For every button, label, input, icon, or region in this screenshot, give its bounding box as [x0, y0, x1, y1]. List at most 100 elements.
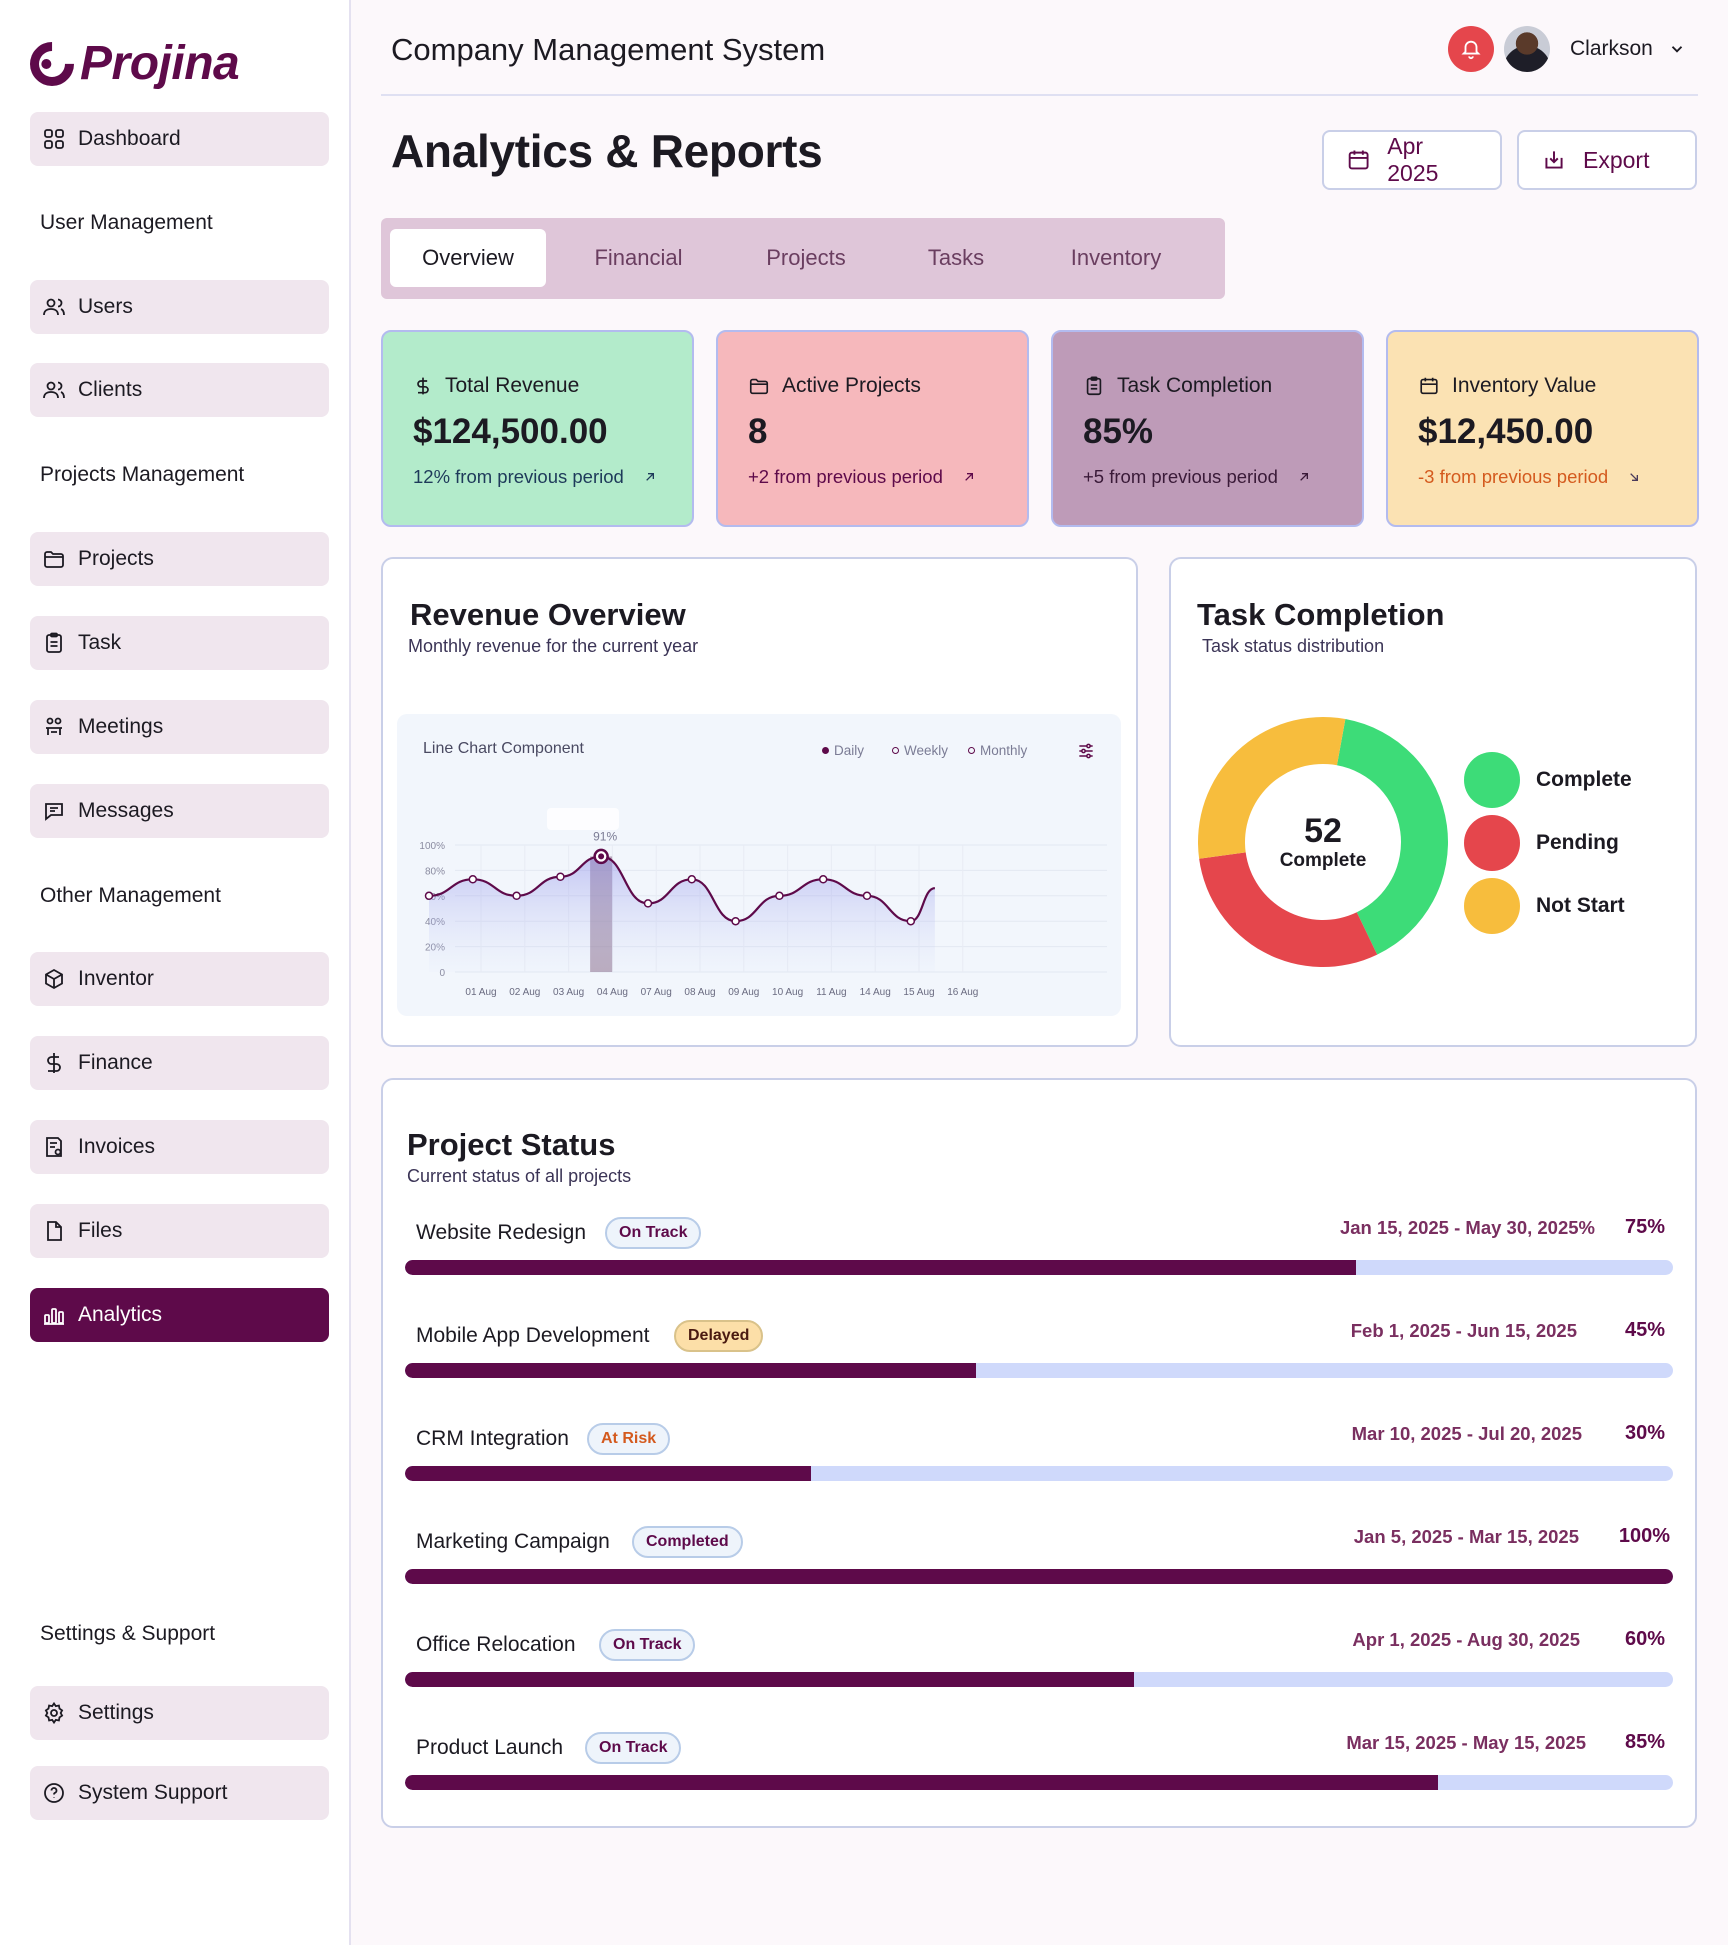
sidebar-item-analytics[interactable]: Analytics	[30, 1288, 329, 1342]
tab-inventory[interactable]: Inventory	[1031, 229, 1201, 287]
filter-settings-icon[interactable]	[1076, 741, 1096, 761]
sidebar-item-finance[interactable]: Finance	[30, 1036, 329, 1090]
project-status-panel	[381, 1078, 1697, 1828]
stat-label-row: Total Revenue	[413, 374, 579, 398]
sidebar-item-files[interactable]: Files	[30, 1204, 329, 1258]
progress-fill	[405, 1569, 1673, 1584]
calendar-icon	[1420, 377, 1438, 395]
chart-point[interactable]	[468, 875, 478, 884]
legend-monthly[interactable]: Monthly	[968, 743, 1027, 758]
y-tick-label: 100%	[419, 841, 445, 852]
logo-icon	[20, 32, 84, 95]
x-tick-label: 14 Aug	[860, 987, 891, 998]
sidebar-item-clients[interactable]: Clients	[30, 363, 329, 417]
x-tick-label: 02 Aug	[509, 987, 540, 998]
tab-financial[interactable]: Financial	[556, 229, 721, 287]
sidebar-item-projects[interactable]: Projects	[30, 532, 329, 586]
avatar[interactable]	[1504, 26, 1550, 72]
stat-label: Total Revenue	[445, 374, 580, 397]
donut-center-value: 52	[1304, 812, 1342, 850]
progress-fill	[405, 1260, 1356, 1275]
chart-point[interactable]	[906, 916, 916, 926]
sidebar-item-label: Task	[78, 631, 122, 654]
sidebar-item-label: Projects	[78, 547, 154, 570]
chart-point[interactable]	[818, 875, 828, 884]
chart-point[interactable]	[556, 872, 565, 881]
sidebar-item-inventory[interactable]: Inventor	[30, 952, 329, 1006]
sidebar-item-label: System Support	[78, 1781, 228, 1804]
status-badge: Delayed	[674, 1320, 764, 1352]
stat-card-total-revenue: Total Revenue $124,500.00 12% from previ…	[381, 330, 694, 527]
calendar-icon	[1348, 150, 1369, 170]
project-progress-bar	[405, 1260, 1673, 1275]
tab-projects[interactable]: Projects	[731, 229, 881, 287]
section-settings-support: Settings & Support	[40, 1622, 216, 1645]
date-picker-button[interactable]: Apr 2025	[1322, 130, 1502, 190]
section-user-management: User Management	[40, 211, 213, 234]
x-tick-label: 11 Aug	[816, 987, 846, 998]
chart-point[interactable]	[731, 916, 740, 926]
status-badge: Completed	[632, 1526, 743, 1558]
x-tick-label: 16 Aug	[947, 987, 978, 998]
notification-button[interactable]	[1448, 26, 1494, 72]
legend-dot	[822, 747, 829, 754]
task-completion-title: Task Completion	[1197, 597, 1445, 632]
header-divider	[381, 94, 1698, 96]
message-icon	[45, 803, 63, 821]
tab-overview[interactable]: Overview	[390, 229, 546, 287]
sidebar-item-task[interactable]: Task	[30, 616, 329, 670]
x-tick-label: 07 Aug	[641, 987, 672, 998]
sidebar-item-meetings[interactable]: Meetings	[30, 700, 329, 754]
chevron-down-icon[interactable]	[1668, 40, 1686, 58]
stat-label: Inventory Value	[1452, 374, 1597, 397]
project-percent: 85%	[1624, 1731, 1665, 1753]
project-progress-bar	[405, 1466, 1673, 1481]
sidebar-item-settings[interactable]: Settings	[30, 1686, 329, 1740]
stat-change: -3 from previous period	[1418, 466, 1609, 487]
project-status-title: Project Status	[407, 1127, 616, 1162]
sidebar-item-system-support[interactable]: System Support	[30, 1766, 329, 1820]
sidebar: Projina Dashboard User Management Users …	[0, 0, 351, 1945]
legend-weekly[interactable]: Weekly	[892, 743, 948, 758]
sidebar-item-label: Invoices	[78, 1135, 156, 1158]
chart-point[interactable]	[687, 875, 697, 884]
sidebar-item-messages[interactable]: Messages	[30, 784, 329, 838]
progress-fill	[405, 1672, 1135, 1687]
chart-point[interactable]	[424, 891, 434, 901]
project-progress-bar	[405, 1363, 1673, 1378]
legend-swatch	[1464, 752, 1520, 808]
chart-point[interactable]	[512, 891, 521, 901]
progress-fill	[405, 1466, 811, 1481]
sidebar-item-label: Clients	[78, 378, 143, 401]
sidebar-item-users[interactable]: Users	[30, 280, 329, 334]
chart-point[interactable]	[775, 891, 784, 901]
app-title: Company Management System	[391, 32, 826, 67]
legend-daily[interactable]: Daily	[822, 743, 864, 758]
sidebar-item-label: Settings	[78, 1701, 154, 1724]
project-dates: Jan 15, 2025 - May 30, 2025%	[1339, 1217, 1595, 1238]
stat-value: $124,500.00	[413, 412, 608, 451]
chart-point[interactable]	[862, 891, 872, 901]
section-projects-management: Projects Management	[40, 463, 245, 486]
sidebar-item-dashboard[interactable]: Dashboard	[30, 112, 329, 166]
arrow-up-right-icon	[1300, 473, 1308, 481]
legend-not-start: Not Start	[1464, 878, 1625, 934]
clipboard-icon	[46, 632, 62, 653]
sidebar-item-invoices[interactable]: Invoices	[30, 1120, 329, 1174]
status-badge: At Risk	[587, 1423, 671, 1455]
chart-point[interactable]	[643, 899, 653, 908]
tab-tasks[interactable]: Tasks	[891, 229, 1021, 287]
user-name[interactable]: Clarkson	[1570, 37, 1653, 61]
stat-change: +5 from previous period	[1083, 466, 1278, 487]
gear-icon	[44, 1701, 64, 1725]
export-button[interactable]: Export	[1517, 130, 1697, 190]
stat-change-row: 12% from previous period	[413, 466, 658, 488]
revenue-line-chart: 020%40%60%80%100% 01 Aug02 Aug03 Aug04 A…	[419, 808, 1107, 998]
stat-change-row: -3 from previous period	[1418, 466, 1642, 488]
stat-change-row: +2 from previous period	[748, 466, 977, 488]
legend-label: Weekly	[904, 743, 949, 758]
project-dates: Jan 5, 2025 - Mar 15, 2025	[1353, 1526, 1579, 1547]
stat-label-row: Inventory Value	[1418, 374, 1596, 398]
brand-logo[interactable]: Projina	[20, 32, 240, 95]
project-percent: 45%	[1624, 1319, 1665, 1341]
